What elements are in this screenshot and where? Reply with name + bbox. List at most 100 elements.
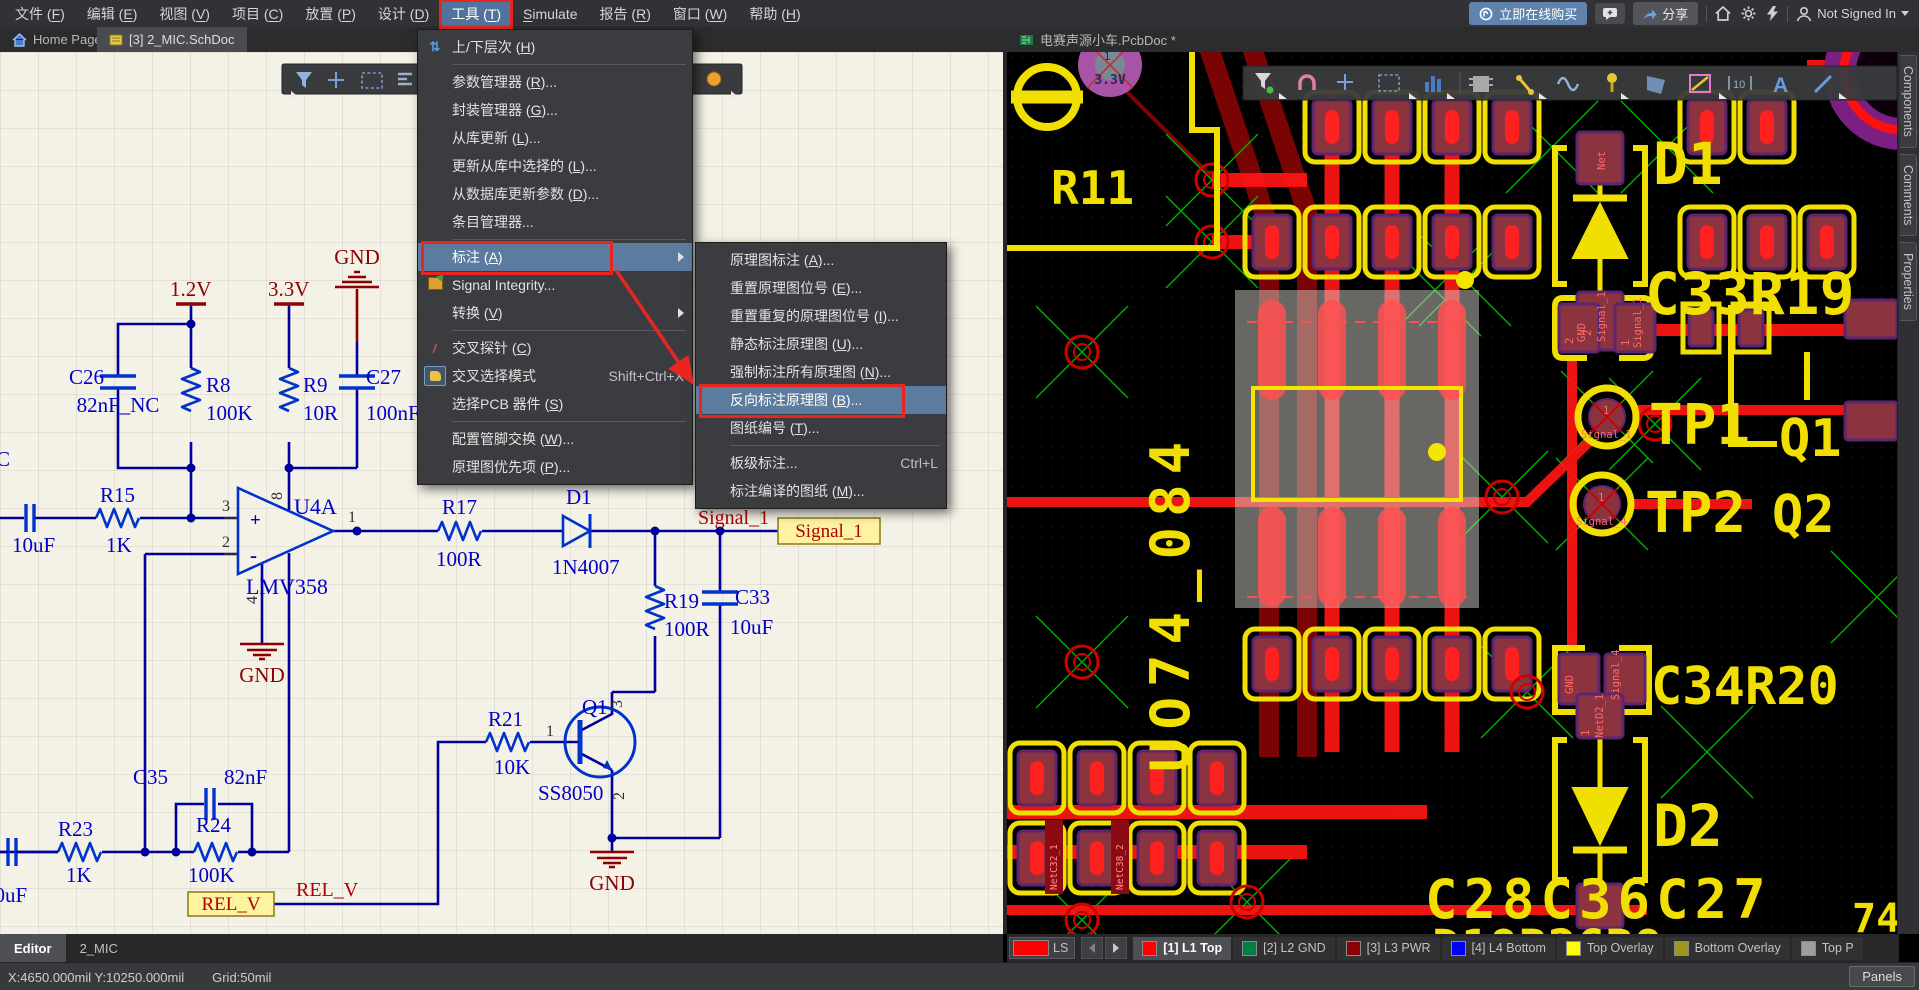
svg-text:Net: Net <box>1596 151 1608 170</box>
layer-tab-Bottom Overlay[interactable]: Bottom Overlay <box>1665 937 1790 960</box>
bottom-tab-2_MIC[interactable]: 2_MIC <box>66 934 132 962</box>
svg-text:C27: C27 <box>366 365 401 389</box>
svg-text:8: 8 <box>269 492 286 500</box>
comment-plus-icon <box>1602 7 1618 21</box>
layer-tab-[1] L1 Top[interactable]: [1] L1 Top <box>1133 937 1231 960</box>
svg-text:R15: R15 <box>100 483 135 507</box>
menu-item-封装管理器[interactable]: 封装管理器 (G)... <box>418 96 692 124</box>
sign-in-menu[interactable]: Not Signed In <box>1796 6 1909 22</box>
svg-text:D1: D1 <box>566 485 592 509</box>
menu-item-交叉选择模式[interactable]: 交叉选择模式Shift+Ctrl+X <box>418 362 692 390</box>
shortcut-label: Ctrl+L <box>900 455 938 471</box>
menu-separator <box>452 421 686 422</box>
panel-tab-comments[interactable]: Comments <box>1900 154 1917 236</box>
probe-icon: / <box>418 341 452 356</box>
layer-tab-Top P[interactable]: Top P <box>1792 937 1863 960</box>
menu-item-更新从库中选择的[interactable]: 更新从库中选择的 (L)... <box>418 152 692 180</box>
home-icon[interactable] <box>1715 6 1731 21</box>
menu-窗口[interactable]: 窗口 (W) <box>663 1 737 27</box>
svg-text:1N4007: 1N4007 <box>552 555 620 579</box>
menu-放置[interactable]: 放置 (P) <box>295 1 366 27</box>
share-arrow-icon <box>1643 8 1657 20</box>
chevron-down-icon <box>1901 11 1909 16</box>
svg-text:1K: 1K <box>66 863 92 887</box>
layer-tab-Top Overlay[interactable]: Top Overlay <box>1557 937 1663 960</box>
doc-tab-[3] 2_MIC.SchDoc[interactable]: [3] 2_MIC.SchDoc <box>97 27 247 52</box>
share-button[interactable]: 分享 <box>1633 2 1698 25</box>
flash-icon[interactable] <box>1766 6 1779 21</box>
menu-item-参数管理器[interactable]: 参数管理器 (R)... <box>418 68 692 96</box>
svg-text:R19: R19 <box>664 589 699 613</box>
menu-帮助[interactable]: 帮助 (H) <box>739 1 810 27</box>
svg-text:Signal_1: Signal_1 <box>698 507 769 529</box>
menu-item-图纸编号[interactable]: 图纸编号 (T)... <box>696 414 946 442</box>
panel-tab-properties[interactable]: Properties <box>1900 242 1917 321</box>
menu-item-重置重复的原理图位号[interactable]: 重置重复的原理图位号 (I)... <box>696 302 946 330</box>
menu-设计[interactable]: 设计 (D) <box>368 1 439 27</box>
panel-tab-components[interactable]: Components <box>1900 55 1917 148</box>
menu-工具[interactable]: 工具 (T) <box>441 1 511 27</box>
svg-text:TP1: TP1 <box>1649 393 1750 458</box>
menu-item-转换[interactable]: 转换 (V) <box>418 299 692 327</box>
menu-报告[interactable]: 报告 (R) <box>590 1 661 27</box>
doc-tab-电赛声源小车.PcbDoc *[interactable]: 电赛声源小车.PcbDoc * <box>1007 27 1188 52</box>
menu-item-从库更新[interactable]: 从库更新 (L)... <box>418 124 692 152</box>
layer-color-swatch <box>1346 941 1361 956</box>
menu-item-交叉探针[interactable]: /交叉探针 (C) <box>418 334 692 362</box>
layer-color-swatch <box>1451 941 1466 956</box>
home-icon <box>12 33 27 47</box>
layer-set-chip[interactable]: LS <box>1009 937 1075 959</box>
bottom-tab-Editor[interactable]: Editor <box>0 934 66 962</box>
buy-online-button[interactable]: 立即在线购买 <box>1469 2 1587 25</box>
pcbdoc-icon <box>1019 33 1034 47</box>
svg-text:100K: 100K <box>206 401 253 425</box>
titlebar-right-cluster: 立即在线购买 分享 <box>1469 2 1919 25</box>
svg-text:10uF: 10uF <box>730 615 773 639</box>
menu-item-原理图标注[interactable]: 原理图标注 (A)... <box>696 246 946 274</box>
svg-text:Signal_4: Signal_4 <box>1610 649 1622 700</box>
menu-Simulate[interactable]: Simulate <box>513 3 587 25</box>
svg-text:2: 2 <box>222 534 230 551</box>
layer-tab-[3] L3 PWR[interactable]: [3] L3 PWR <box>1337 937 1440 960</box>
menu-item-静态标注原理图[interactable]: 静态标注原理图 (U)... <box>696 330 946 358</box>
menu-项目[interactable]: 项目 (C) <box>222 1 293 27</box>
feedback-button[interactable] <box>1595 3 1625 24</box>
svg-text:R21: R21 <box>488 707 523 731</box>
menu-item-条目管理器...[interactable]: 条目管理器... <box>418 208 692 236</box>
menu-item-反向标注原理图[interactable]: 反向标注原理图 (B)... <box>696 386 946 414</box>
menu-编辑[interactable]: 编辑 (E) <box>77 1 148 27</box>
svg-text:100R: 100R <box>436 547 482 571</box>
menu-item-强制标注所有原理图[interactable]: 强制标注所有原理图 (N)... <box>696 358 946 386</box>
menu-视图[interactable]: 视图 (V) <box>149 1 220 27</box>
panels-button[interactable]: Panels <box>1849 966 1915 987</box>
menu-item-原理图优先项[interactable]: 原理图优先项 (P)... <box>418 453 692 481</box>
layer-tab-[2] L2 GND[interactable]: [2] L2 GND <box>1233 937 1335 960</box>
layer-tab-[4] L4 Bottom[interactable]: [4] L4 Bottom <box>1442 937 1555 960</box>
svg-text:UO74_084: UO74_084 <box>1139 432 1202 772</box>
layer-color-swatch <box>1142 941 1157 956</box>
pcb-toolbar[interactable]: 10 A <box>1243 66 1897 100</box>
menu-item-从数据库更新参数[interactable]: 从数据库更新参数 (D)... <box>418 180 692 208</box>
menu-item-配置管脚交换[interactable]: 配置管脚交换 (W)... <box>418 425 692 453</box>
layer-scroll-right-button[interactable] <box>1105 937 1127 959</box>
annotate-submenu: 原理图标注 (A)...重置原理图位号 (E)...重置重复的原理图位号 (I)… <box>695 242 947 509</box>
menu-item-标注编译的图纸[interactable]: 标注编译的图纸 (M)... <box>696 477 946 505</box>
status-bar: X:4650.000mil Y:10250.000mil Grid:50mil … <box>0 962 1919 990</box>
menu-文件[interactable]: 文件 (F) <box>5 1 75 27</box>
gear-icon[interactable] <box>1741 6 1756 21</box>
updown-icon: ⇅ <box>418 39 452 55</box>
svg-text:NetD2_1: NetD2_1 <box>1594 694 1606 738</box>
layer-scroll-left-button[interactable] <box>1081 937 1103 959</box>
svg-text:REL_V: REL_V <box>296 879 359 901</box>
svg-text:C34R20: C34R20 <box>1651 657 1839 717</box>
svg-text:10: 10 <box>1733 79 1745 91</box>
pcb-editor-pane[interactable]: R11 UO74_084 D1 C33R19 TP1 Q1 TP2 Q2 C34… <box>1007 52 1897 934</box>
menu-item-上/下层次[interactable]: ⇅上/下层次 (H) <box>418 33 692 61</box>
menu-item-Signal Integrity...[interactable]: Signal Integrity... <box>418 271 692 299</box>
menu-item-选择PCB 器件[interactable]: 选择PCB 器件 (S) <box>418 390 692 418</box>
layer-color-swatch <box>1801 941 1816 956</box>
document-tab-bar: Home Page[3] 2_MIC.SchDoc电赛声源小车.PcbDoc * <box>0 27 1919 52</box>
menu-item-板级标注...[interactable]: 板级标注...Ctrl+L <box>696 449 946 477</box>
menu-item-标注[interactable]: 标注 (A) <box>418 243 692 271</box>
menu-item-重置原理图位号[interactable]: 重置原理图位号 (E)... <box>696 274 946 302</box>
